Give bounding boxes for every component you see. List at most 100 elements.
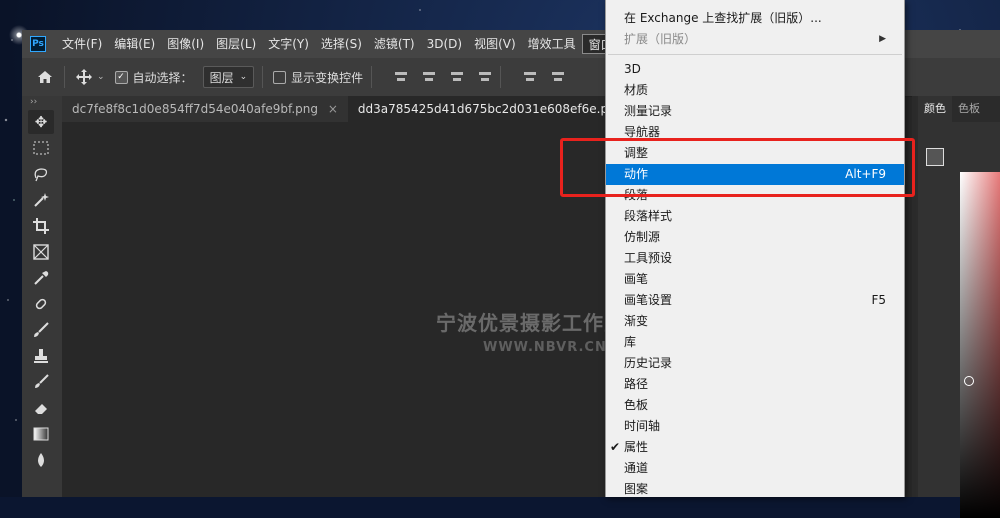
align-distribute-icon[interactable]: [478, 70, 492, 84]
menu-item-label: 路径: [624, 377, 649, 391]
check-icon: ✔: [610, 440, 621, 454]
menu-plugins[interactable]: 增效工具: [522, 30, 582, 58]
menu-file[interactable]: 文件(F): [56, 30, 108, 58]
auto-select-target-dropdown[interactable]: 图层 ⌄: [202, 66, 255, 88]
menu-item-window-8[interactable]: 仿制源: [606, 227, 904, 248]
menu-item-window-17[interactable]: 时间轴: [606, 416, 904, 437]
separator: [262, 66, 264, 88]
brush-tool-icon[interactable]: [28, 318, 54, 342]
color-panel: 颜色 色板: [918, 96, 1000, 518]
align-middle-icon[interactable]: [551, 70, 565, 84]
menu-item-window-18[interactable]: ✔ 属性: [606, 437, 904, 458]
healing-brush-tool-icon[interactable]: [28, 292, 54, 316]
menu-item-window-0[interactable]: 3D: [606, 59, 904, 80]
menu-item-window-13[interactable]: 库: [606, 332, 904, 353]
show-transform-checkbox[interactable]: [273, 70, 287, 84]
auto-select-target-value: 图层: [209, 70, 234, 85]
menu-item-label: 属性: [624, 440, 649, 454]
window-menu-items: 3D 材质 测量记录 导航器 调整 动作 Alt+F9 段落 段落样式 仿制源 工具预设 画笔 画笔设置…: [606, 59, 904, 500]
align-left-icon[interactable]: [394, 70, 408, 84]
menu-item-label: 色板: [624, 398, 649, 412]
watermark-text-cn: 宁波优景摄影工作室: [436, 311, 625, 335]
menu-item-label: 库: [624, 335, 637, 349]
submenu-arrow-icon: ▶: [879, 34, 886, 44]
gradient-tool-icon[interactable]: [28, 422, 54, 446]
clone-stamp-tool-icon[interactable]: [28, 344, 54, 368]
align-right-icon[interactable]: [450, 70, 464, 84]
move-tool-icon[interactable]: [73, 66, 95, 88]
photoshop-logo-icon: Ps: [30, 36, 46, 52]
toolbar-collapse-icon[interactable]: ››: [22, 96, 62, 108]
menu-item-window-1[interactable]: 材质: [606, 80, 904, 101]
menu-item-label: 仿制源: [624, 230, 661, 244]
menu-filter[interactable]: 滤镜(T): [368, 30, 421, 58]
menu-item-label: 扩展（旧版）: [624, 32, 697, 46]
move-tool-icon[interactable]: ✥: [28, 110, 54, 134]
menu-select[interactable]: 选择(S): [315, 30, 368, 58]
menu-item-label: 通道: [624, 461, 649, 475]
menu-3d[interactable]: 3D(D): [421, 30, 468, 58]
frame-tool-icon[interactable]: [28, 240, 54, 264]
eraser-tool-icon[interactable]: [28, 396, 54, 420]
menu-item-window-2[interactable]: 测量记录: [606, 101, 904, 122]
menu-item-window-9[interactable]: 工具预设: [606, 248, 904, 269]
marquee-tool-icon[interactable]: [28, 136, 54, 160]
tab-color[interactable]: 颜色: [918, 96, 952, 122]
separator: [500, 66, 502, 88]
history-brush-tool-icon[interactable]: [28, 370, 54, 394]
close-icon[interactable]: ×: [328, 102, 338, 116]
document-tab-label: dc7fe8f8c1d0e854ff7d54e040afe9bf.png: [72, 102, 319, 116]
menu-item-label: 工具预设: [624, 251, 673, 265]
menu-item-label: 时间轴: [624, 419, 661, 433]
panel-tabs: 颜色 色板: [918, 96, 1000, 122]
menu-item-find-extensions[interactable]: 在 Exchange 上查找扩展（旧版）...: [606, 8, 904, 29]
document-tab-1[interactable]: dc7fe8f8c1d0e854ff7d54e040afe9bf.png ×: [62, 96, 348, 122]
menu-item-label: 画笔设置: [624, 293, 673, 307]
menu-item-window-11[interactable]: 画笔设置 F5: [606, 290, 904, 311]
foreground-color-swatch[interactable]: [926, 148, 944, 166]
menu-item-window-10[interactable]: 画笔: [606, 269, 904, 290]
blur-tool-icon[interactable]: [28, 448, 54, 472]
chevron-down-icon: ⌄: [239, 72, 248, 82]
menu-item-window-7[interactable]: 段落样式: [606, 206, 904, 227]
menu-item-label: 画笔: [624, 272, 649, 286]
tab-swatches[interactable]: 色板: [952, 96, 986, 122]
menu-item-window-15[interactable]: 路径: [606, 374, 904, 395]
menu-item-window-14[interactable]: 历史记录: [606, 353, 904, 374]
crop-tool-icon[interactable]: [28, 214, 54, 238]
show-transform-label: 显示变换控件: [291, 70, 364, 85]
menu-item-label: 在 Exchange 上查找扩展（旧版）...: [624, 11, 822, 25]
separator: [64, 66, 65, 88]
menu-item-label: 历史记录: [624, 356, 673, 370]
color-picker-field[interactable]: [960, 172, 1000, 518]
chevron-down-icon[interactable]: ⌄: [97, 72, 105, 82]
menu-layer[interactable]: 图层(L): [210, 30, 262, 58]
separator: [371, 66, 373, 88]
menu-type[interactable]: 文字(Y): [262, 30, 315, 58]
lasso-tool-icon[interactable]: [28, 162, 54, 186]
align-center-icon[interactable]: [422, 70, 436, 84]
menu-item-window-16[interactable]: 色板: [606, 395, 904, 416]
tools-panel: ›› ✥: [22, 96, 63, 497]
menu-item-label: 渐变: [624, 314, 649, 328]
annotation-highlight-box: [560, 138, 915, 197]
menu-image[interactable]: 图像(I): [161, 30, 210, 58]
menu-item-extensions[interactable]: 扩展（旧版） ▶: [606, 29, 904, 50]
menu-separator: [608, 54, 902, 55]
magic-wand-tool-icon[interactable]: [28, 188, 54, 212]
window-menu-dropdown: 在 Exchange 上查找扩展（旧版）... 扩展（旧版） ▶ 3D 材质测量记…: [605, 0, 905, 497]
auto-select-checkbox[interactable]: ✓: [114, 70, 128, 84]
color-picker-ring[interactable]: [964, 376, 974, 386]
watermark-text-en: WWW.NBVR.CN: [483, 340, 607, 355]
menu-edit[interactable]: 编辑(E): [108, 30, 161, 58]
auto-select-label: 自动选择：: [132, 70, 193, 85]
align-top-icon[interactable]: [523, 70, 537, 84]
menu-item-shortcut: F5: [871, 293, 886, 307]
menu-item-window-19[interactable]: 通道: [606, 458, 904, 479]
menu-view[interactable]: 视图(V): [468, 30, 522, 58]
eyedropper-tool-icon[interactable]: [28, 266, 54, 290]
menu-item-label: 测量记录: [624, 104, 673, 118]
document-tabs: dc7fe8f8c1d0e854ff7d54e040afe9bf.png × d…: [62, 96, 692, 123]
home-icon[interactable]: [34, 66, 56, 88]
menu-item-window-12[interactable]: 渐变: [606, 311, 904, 332]
